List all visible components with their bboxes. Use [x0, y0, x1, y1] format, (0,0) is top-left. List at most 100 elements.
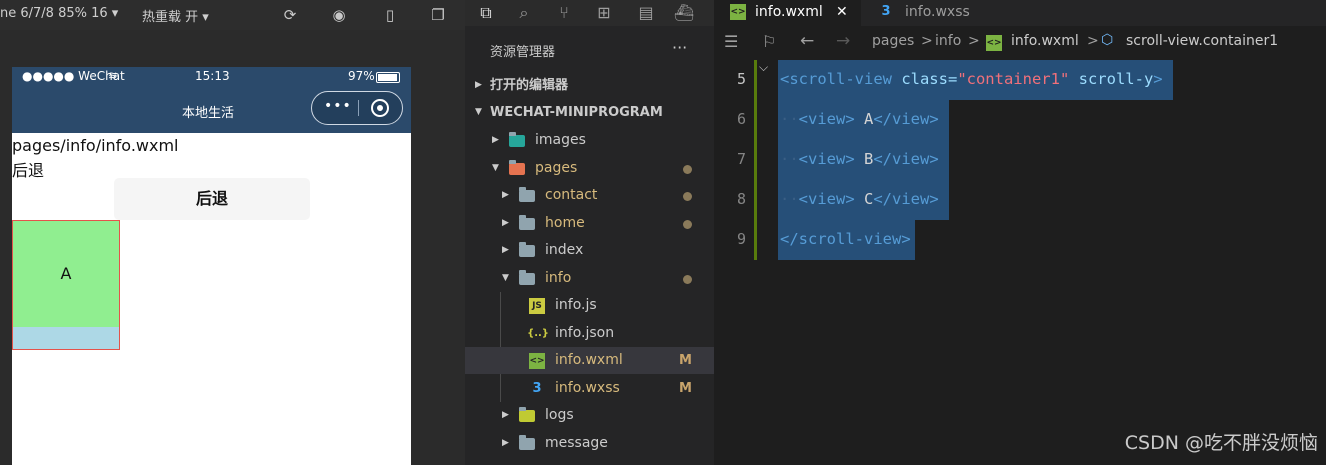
tree-item-info-wxss[interactable]: 3 info.wxss M — [465, 375, 714, 402]
back-text: 后退 — [12, 161, 45, 180]
tree-item-label: info.wxml — [555, 352, 623, 368]
tree-item-label: info.json — [555, 325, 615, 341]
chevron-down-icon: ▼ — [475, 107, 482, 117]
tree-item-logs[interactable]: ▶ logs — [465, 402, 714, 429]
fold-chevron-icon[interactable]: ⌵ — [759, 60, 768, 75]
tree-item-info[interactable]: ▼ info — [465, 265, 714, 292]
code-line[interactable]: ··<view> B</view> — [778, 140, 949, 180]
explorer-more-button[interactable]: ··· — [672, 38, 687, 57]
back-button[interactable]: 后退 — [114, 178, 310, 220]
status-time: 15:13 — [195, 69, 230, 83]
code-tag: <view> — [798, 190, 855, 208]
chevron-down-icon: ▼ — [502, 273, 509, 283]
source-control-icon[interactable]: ⑂ — [553, 2, 575, 24]
folder-icon — [519, 242, 535, 257]
explorer-icon[interactable]: ⧉ — [475, 2, 497, 24]
code-line[interactable]: <scroll-view class="container1" scroll-y… — [778, 60, 1173, 100]
tree-item-index[interactable]: ▶ index — [465, 237, 714, 264]
wifi-icon: ≋ — [108, 69, 118, 82]
tab-label: info.wxml — [755, 4, 823, 20]
phone-screen: ●●●●● WeChat ≋ 15:13 97% 本地生活 ••• pages/… — [12, 67, 411, 465]
phone-icon[interactable]: ▯ — [380, 5, 400, 25]
chevron-right-icon: ▶ — [475, 80, 482, 90]
folder-icon — [519, 215, 535, 230]
extensions-icon[interactable]: ⊞ — [593, 2, 615, 24]
refresh-icon[interactable]: ⟳ — [280, 5, 300, 25]
tree-item-info-wxml[interactable]: <> info.wxml M — [465, 347, 714, 374]
more-icon[interactable]: ••• — [324, 98, 352, 114]
code-line[interactable]: ··<view> C</view> — [778, 180, 949, 220]
chevron-right-icon: ▶ — [502, 190, 509, 200]
breadcrumb-info[interactable]: info — [935, 33, 961, 49]
tree-item-label: home — [545, 215, 585, 231]
close-icon[interactable]: ✕ — [836, 0, 848, 24]
page-content: pages/info/info.wxml 后退 后退 A — [12, 133, 411, 465]
breadcrumb-element[interactable]: scroll-view.container1 — [1126, 33, 1278, 49]
whitespace-dots: ·· — [780, 110, 799, 128]
modified-dot — [683, 165, 692, 174]
wxml-file-icon: <> — [986, 35, 1002, 51]
tree-item-info-json[interactable]: {..} info.json — [465, 320, 714, 347]
tree-item-contact[interactable]: ▶ contact — [465, 182, 714, 209]
chevron-right-icon: ▶ — [492, 135, 499, 145]
explorer-title: 资源管理器 — [490, 45, 556, 60]
nav-bar: 本地生活 ••• — [12, 87, 411, 133]
breadcrumb: ☰ ⚐ ← → pages > info > <> info.wxml > ⬡ … — [714, 28, 1326, 56]
tree-item-home[interactable]: ▶ home — [465, 210, 714, 237]
tree-item-images[interactable]: ▶ images — [465, 127, 714, 154]
whitespace-dots: ·· — [780, 190, 799, 208]
chevron-down-icon: ▼ — [492, 163, 499, 173]
element-icon: ⬡ — [1101, 32, 1114, 48]
capsule-divider — [358, 100, 359, 116]
scroll-view-container[interactable]: A — [12, 220, 120, 350]
watermark-text: CSDN @吃不胖没烦恼 — [1124, 432, 1318, 454]
code-line[interactable]: </scroll-view> — [778, 220, 915, 260]
menu-capsule[interactable]: ••• — [311, 91, 403, 125]
chevron-right-icon: ▶ — [502, 245, 509, 255]
bookmark-icon[interactable]: ⚐ — [762, 32, 776, 51]
window-icon[interactable]: ❐ — [428, 5, 448, 25]
breadcrumb-separator: > — [1087, 33, 1099, 49]
line-number: 6 — [736, 110, 746, 128]
modified-dot — [683, 220, 692, 229]
tree-item-pages[interactable]: ▼ pages — [465, 155, 714, 182]
code-tag: </scroll-view> — [780, 230, 911, 248]
open-editors-section[interactable]: ▶ 打开的编辑器 — [465, 72, 714, 99]
close-mini-program-icon[interactable] — [371, 99, 389, 117]
project-section[interactable]: ▼ WECHAT-MINIPROGRAM — [465, 99, 714, 126]
line-number: 8 — [736, 190, 746, 208]
breadcrumb-separator: > — [968, 33, 980, 49]
tab-info-wxss[interactable]: 3 info.wxss — [862, 0, 1012, 26]
code-line[interactable]: ··<view> A</view> — [778, 100, 949, 140]
nav-title: 本地生活 — [182, 106, 235, 121]
wxml-file-icon: <> — [529, 353, 545, 369]
code-text: A — [854, 110, 874, 128]
wxml-file-icon: <> — [730, 4, 746, 20]
search-icon[interactable]: ⌕ — [513, 2, 535, 24]
code-text: B — [854, 150, 874, 168]
css-file-icon: 3 — [881, 4, 891, 19]
css-file-icon: 3 — [532, 381, 542, 396]
tree-item-info-js[interactable]: JS info.js — [465, 292, 714, 319]
tree-item-label: info.js — [555, 297, 597, 313]
activity-bar: ⧉ ⌕ ⑂ ⊞ ▤ ⛴ — [465, 0, 714, 26]
tab-info-wxml[interactable]: <> info.wxml ✕ — [714, 0, 861, 26]
battery-text: 97% — [348, 69, 375, 83]
project-label: WECHAT-MINIPROGRAM — [490, 105, 663, 120]
breadcrumb-file[interactable]: info.wxml — [1011, 33, 1079, 49]
change-gutter-bar — [754, 60, 757, 260]
breadcrumb-pages[interactable]: pages — [872, 33, 914, 49]
device-selector[interactable]: ne 6/7/8 85% 16 ▾ — [0, 6, 118, 21]
stop-icon[interactable]: ◉ — [329, 5, 349, 25]
hot-reload-toggle[interactable]: 热重载 开 ▾ — [142, 6, 209, 25]
back-arrow-icon[interactable]: ← — [800, 31, 814, 51]
json-file-icon: {..} — [527, 328, 549, 339]
pages-folder-icon — [509, 160, 525, 175]
list-icon[interactable]: ☰ — [724, 32, 738, 51]
outline-icon[interactable]: ▤ — [635, 2, 657, 24]
tree-item-message[interactable]: ▶ message — [465, 430, 714, 457]
view-a: A — [13, 221, 119, 327]
forward-arrow-icon[interactable]: → — [836, 31, 850, 51]
tree-item-label: info.wxss — [555, 380, 620, 396]
docker-icon[interactable]: ⛴ — [673, 2, 695, 24]
